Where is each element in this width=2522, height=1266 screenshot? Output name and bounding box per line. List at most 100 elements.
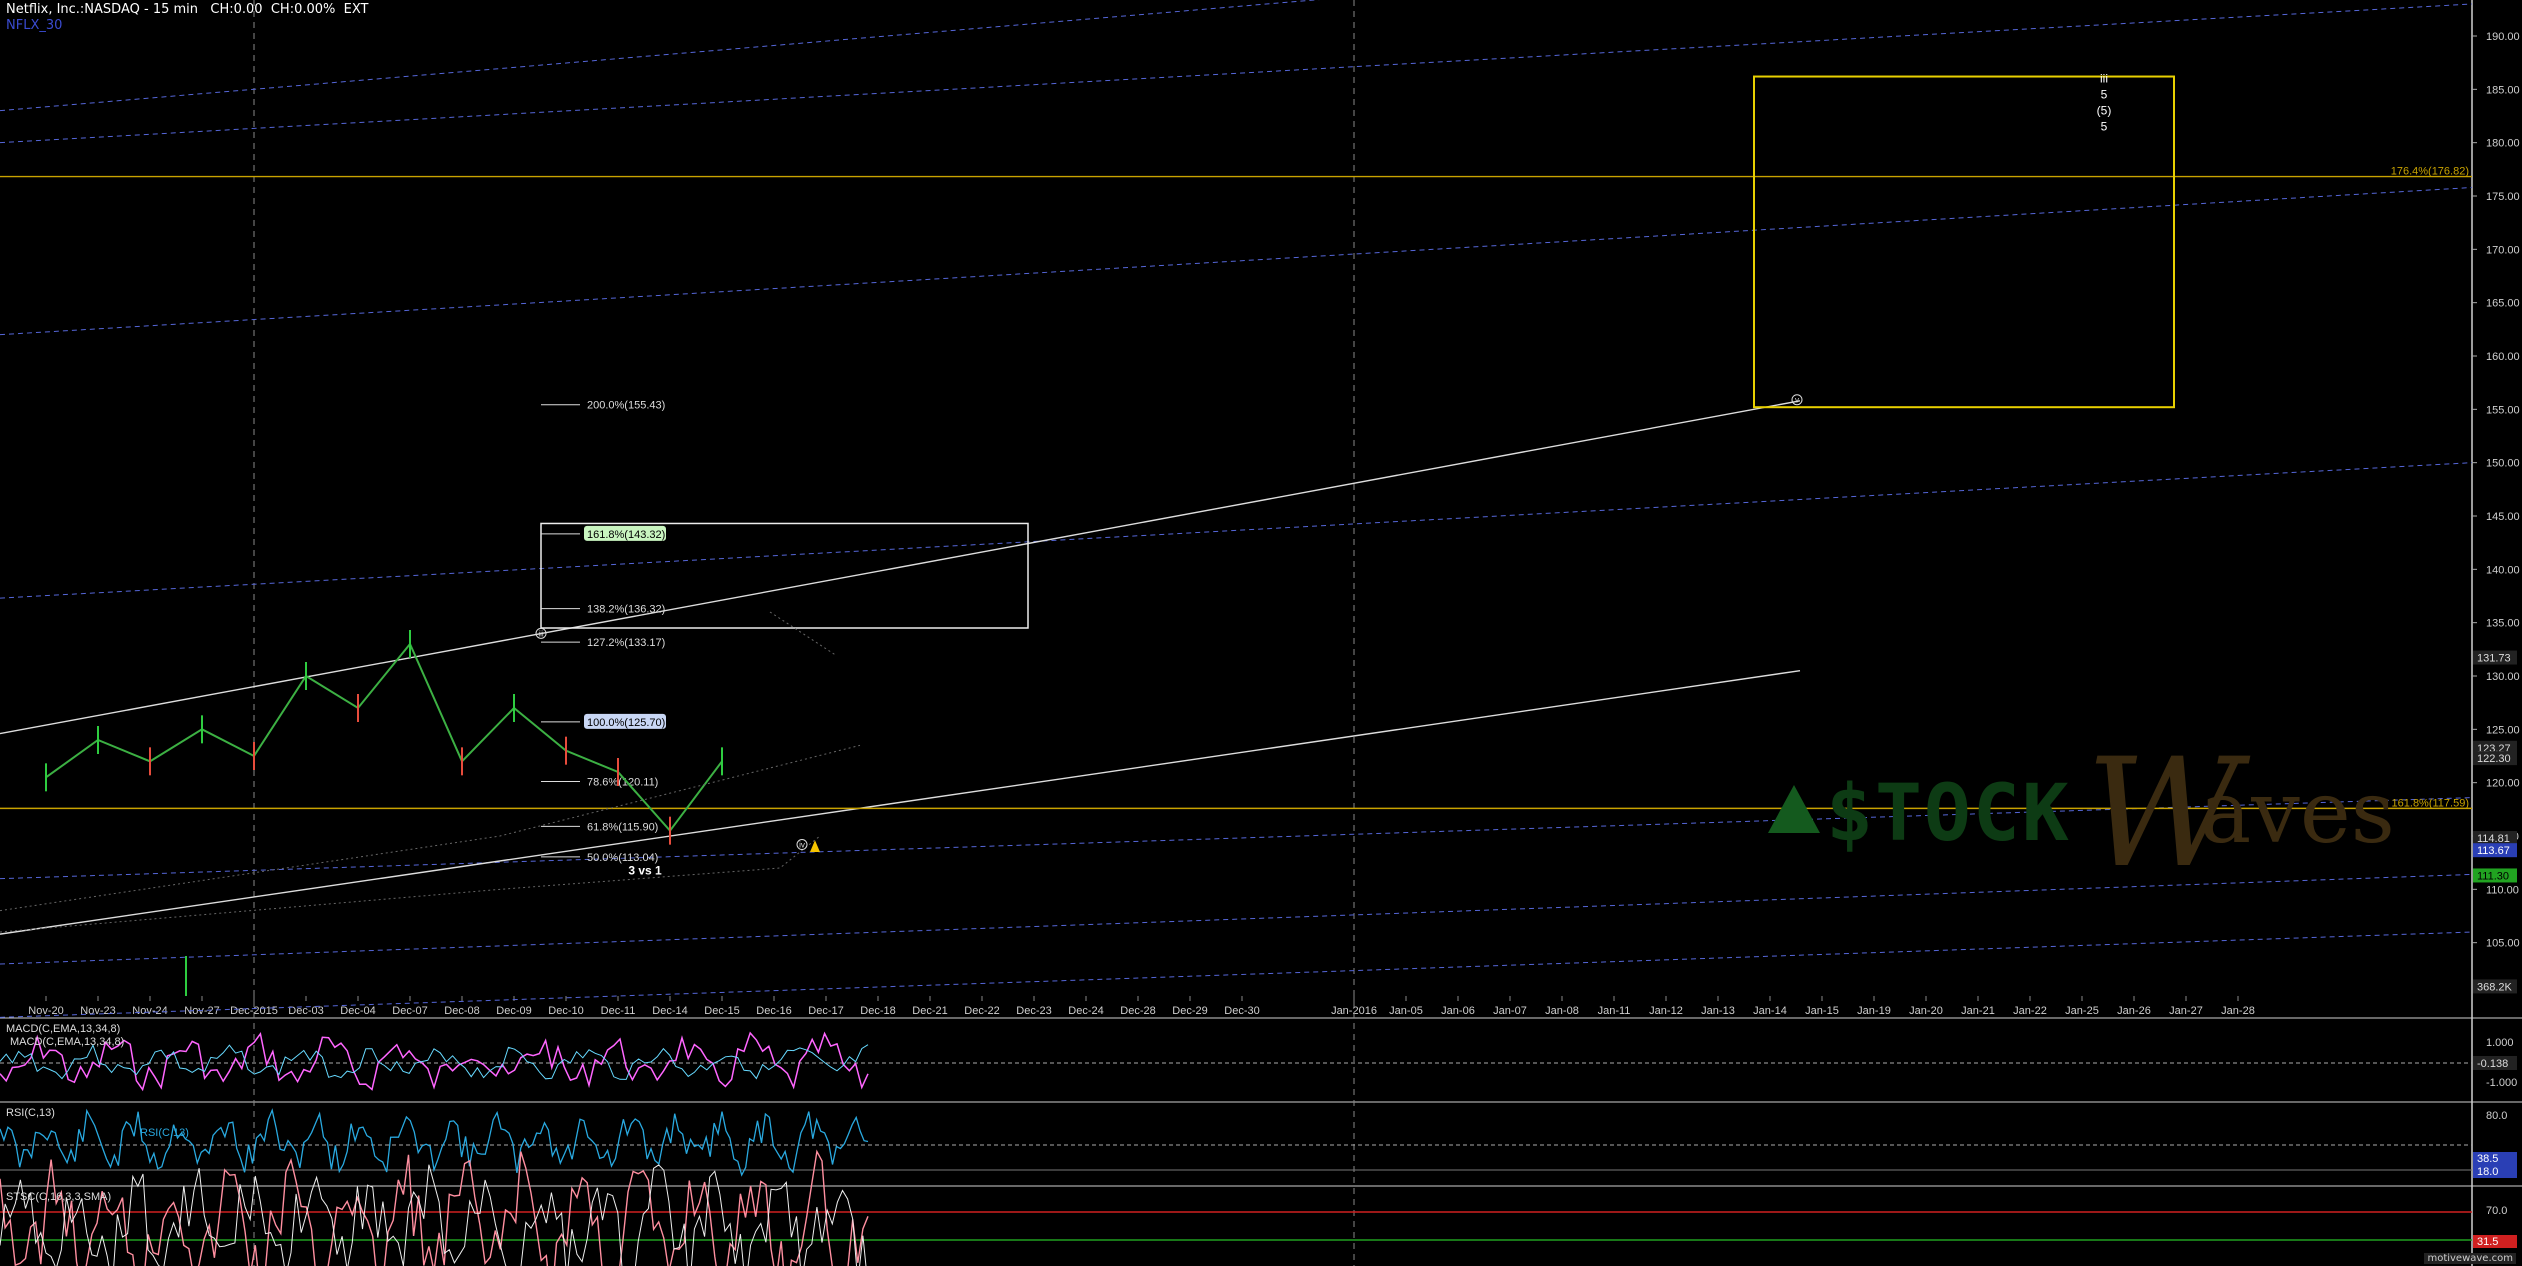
x-tick-label: Jan-28 <box>2221 1005 2255 1017</box>
y-tick-label: 105.00 <box>2486 938 2520 950</box>
wave-marker-label: v <box>1795 396 1799 405</box>
y-tick-label: 120.00 <box>2486 778 2520 790</box>
x-tick-label: Jan-14 <box>1753 1005 1787 1017</box>
x-tick-label: Jan-21 <box>1961 1005 1995 1017</box>
x-tick-label: Dec-16 <box>756 1005 791 1017</box>
x-tick-label: Jan-27 <box>2169 1005 2203 1017</box>
x-tick-label: Dec-04 <box>340 1005 375 1017</box>
y-tick-label: 145.00 <box>2486 511 2520 523</box>
footer-brand: motivewave.com <box>2424 1253 2516 1264</box>
watermark-aves: aves <box>2200 763 2395 863</box>
x-tick-label: Jan-26 <box>2117 1005 2151 1017</box>
macd-tick: 1.000 <box>2486 1037 2514 1049</box>
channel-line <box>0 186 2473 336</box>
rsi-tag: 38.5 <box>2477 1153 2498 1165</box>
chart-subtitle: NFLX_30 <box>6 18 63 33</box>
x-tick-label: Dec-17 <box>808 1005 843 1017</box>
y-tick-label: 135.00 <box>2486 618 2520 630</box>
target-box <box>1753 75 2175 409</box>
price-tag: 368.2K <box>2477 981 2513 993</box>
y-tick-label: 185.00 <box>2486 84 2520 96</box>
triangle-icon <box>1768 785 1820 833</box>
annotation-label: 3 vs 1 <box>628 863 662 877</box>
y-tick-label: 140.00 <box>2486 564 2520 576</box>
x-tick-label: Dec-07 <box>392 1005 427 1017</box>
macd-title-2: MACD(C,EMA,13,34,8) <box>10 1036 124 1048</box>
x-tick-label: Dec-11 <box>601 1005 636 1017</box>
x-tick-label: Dec-10 <box>548 1005 583 1017</box>
y-tick-label: 130.00 <box>2486 671 2520 683</box>
x-tick-label: Dec-18 <box>860 1005 895 1017</box>
y-tick-label: 155.00 <box>2486 404 2520 416</box>
watermark-stock: $TOCK <box>1826 769 2071 859</box>
y-tick-label: 125.00 <box>2486 724 2520 736</box>
fib-level-label: 161.8%(143.32) <box>587 529 665 541</box>
trend-line-lower <box>0 669 1801 935</box>
price-tag: 111.30 <box>2477 870 2509 882</box>
rsi-title-2: RSI(C,13) <box>140 1127 189 1139</box>
y-tick-label: 150.00 <box>2486 458 2520 470</box>
fib-level-label: 200.0%(155.43) <box>587 400 665 412</box>
x-tick-label: Jan-19 <box>1857 1005 1891 1017</box>
fib-horizontal-label: 161.8%(117.59) <box>2392 797 2469 809</box>
x-tick-label: Dec-08 <box>444 1005 479 1017</box>
fib-level-label: 138.2%(136.32) <box>587 604 665 616</box>
y-tick-label: 180.00 <box>2486 138 2520 150</box>
x-tick-label: Dec-30 <box>1224 1005 1259 1017</box>
fib-level-label: 61.8%(115.90) <box>587 821 658 833</box>
x-tick-label: Dec-29 <box>1172 1005 1207 1017</box>
moving-average <box>0 835 821 933</box>
x-tick-label: Jan-25 <box>2065 1005 2099 1017</box>
price-tag: 113.67 <box>2477 845 2510 857</box>
stoch-tick: 70.0 <box>2486 1205 2507 1217</box>
channel-line <box>0 462 2473 599</box>
macd-tag: -0.138 <box>2477 1058 2508 1070</box>
fib-level-label: 127.2%(133.17) <box>587 637 665 649</box>
x-tick-label: Jan-06 <box>1441 1005 1475 1017</box>
wave-label: 5 <box>2101 88 2108 102</box>
macd-title: MACD(C,EMA,13,34,8) <box>6 1023 120 1035</box>
moving-average <box>769 611 836 656</box>
chart-title: Netflix, Inc.:NASDAQ - 15 min CH:0.00 CH… <box>6 2 369 17</box>
x-tick-label: Jan-20 <box>1909 1005 1943 1017</box>
fib-level-label: 100.0%(125.70) <box>587 717 665 729</box>
price-chart: 105.00110.00115.00120.00125.00130.00135.… <box>0 0 2522 1266</box>
x-tick-label: Jan-22 <box>2013 1005 2047 1017</box>
x-tick-label: Dec-14 <box>652 1005 687 1017</box>
y-tick-label: 190.00 <box>2486 31 2520 43</box>
y-tick-label: 165.00 <box>2486 298 2520 310</box>
y-tick-label: 175.00 <box>2486 191 2520 203</box>
x-tick-label: Nov-24 <box>132 1005 167 1017</box>
rsi-tag: 18.0 <box>2477 1166 2498 1178</box>
x-tick-label: Jan-08 <box>1545 1005 1579 1017</box>
x-tick-label: Dec-15 <box>704 1005 739 1017</box>
x-tick-label: Jan-05 <box>1389 1005 1423 1017</box>
x-tick-label: Dec-28 <box>1120 1005 1155 1017</box>
wave-marker-label: iii <box>538 629 544 638</box>
x-tick-label: Jan-11 <box>1598 1005 1631 1017</box>
x-tick-label: Nov-23 <box>80 1005 115 1017</box>
x-tick-label: Dec-24 <box>1068 1005 1103 1017</box>
fib-level-label: 50.0%(113.04) <box>587 852 658 864</box>
rsi-line <box>0 1108 869 1177</box>
y-tick-label: 160.00 <box>2486 351 2520 363</box>
macd-line <box>0 1031 869 1092</box>
price-tag: 122.30 <box>2477 753 2511 765</box>
rsi-tick: 80.0 <box>2486 1110 2507 1122</box>
x-tick-label: Dec-09 <box>496 1005 531 1017</box>
y-tick-label: 110.00 <box>2486 884 2519 896</box>
stoch-title: STSC(C,16,3,3,SMA) <box>6 1191 111 1203</box>
wave-label: (5) <box>2097 104 2112 118</box>
fib-horizontal-label: 176.4%(176.82) <box>2391 166 2469 178</box>
x-tick-label: Jan-12 <box>1649 1005 1683 1017</box>
stoch-tag: 31.5 <box>2477 1236 2498 1248</box>
rsi-title: RSI(C,13) <box>6 1107 55 1119</box>
wave-marker-label: iv <box>799 841 805 850</box>
moving-average <box>0 744 861 912</box>
y-tick-label: 170.00 <box>2486 244 2520 256</box>
x-tick-label: Dec-22 <box>964 1005 999 1017</box>
wave-label: 5 <box>2101 120 2108 134</box>
price-line <box>45 642 723 833</box>
x-tick-label: Dec-23 <box>1016 1005 1051 1017</box>
wave-label: iii <box>2100 72 2108 86</box>
